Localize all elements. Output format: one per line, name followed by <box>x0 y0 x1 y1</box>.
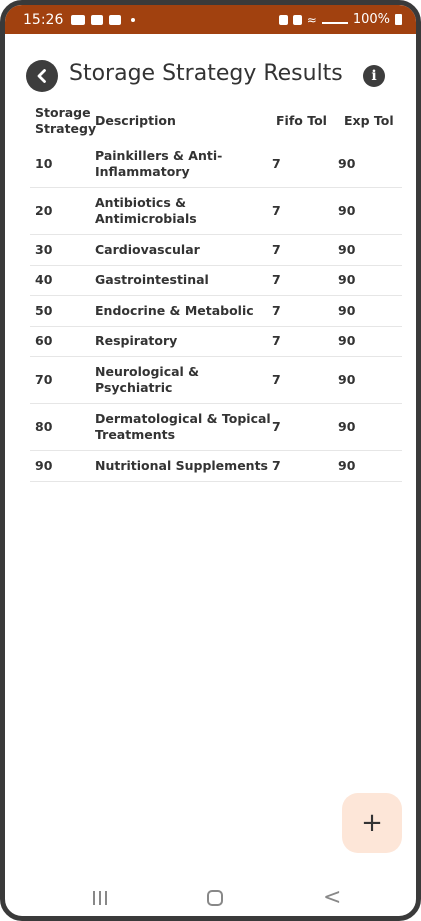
table-row[interactable]: 50 Endocrine & Metabolic 7 90 <box>30 296 402 327</box>
cell-exp-tol: 90 <box>338 333 356 349</box>
gallery-icon <box>91 14 104 25</box>
wifi-icon: ≈ <box>306 12 317 27</box>
column-header-description: Description <box>95 113 176 128</box>
cell-exp-tol: 90 <box>338 457 356 473</box>
dot-icon <box>131 17 136 22</box>
cell-strategy: 50 <box>35 302 53 318</box>
table-row[interactable]: 70 Neurological & Psychiatric 7 90 <box>30 357 402 404</box>
cell-description: Cardiovascular <box>95 241 200 257</box>
cell-exp-tol: 90 <box>338 203 356 218</box>
status-time: 15:26 <box>23 11 64 28</box>
cell-exp-tol: 90 <box>338 241 356 257</box>
back-button[interactable] <box>26 60 58 92</box>
table-row[interactable]: 40 Gastrointestinal 7 90 <box>30 266 402 296</box>
cell-strategy: 10 <box>35 156 53 171</box>
cell-exp-tol: 90 <box>338 302 356 318</box>
cell-strategy: 30 <box>35 241 53 257</box>
recents-icon[interactable] <box>93 891 107 905</box>
cell-fifo-tol: 7 <box>272 372 281 387</box>
table-row[interactable]: 60 Respiratory 7 90 <box>30 327 402 357</box>
cell-strategy: 90 <box>35 457 53 473</box>
battery-icon <box>395 14 402 25</box>
cell-description: Gastrointestinal <box>95 272 209 288</box>
bag-icon <box>109 14 122 25</box>
youtube-icon <box>71 14 86 25</box>
cell-fifo-tol: 7 <box>272 156 281 171</box>
cell-strategy: 70 <box>35 372 53 387</box>
cell-exp-tol: 90 <box>338 272 356 288</box>
table-row[interactable]: 30 Cardiovascular 7 90 <box>30 235 402 266</box>
cell-fifo-tol: 7 <box>272 241 281 257</box>
cell-description: Respiratory <box>95 333 178 349</box>
table-header: Storage Strategy Description Fifo Tol Ex… <box>30 101 402 141</box>
table-row[interactable]: 80 Dermatological & Topical Treatments 7… <box>30 404 402 451</box>
back-icon[interactable]: < <box>323 887 341 909</box>
battery-percent: 100% <box>352 12 390 27</box>
column-header-storage-strategy: Storage Strategy <box>35 105 97 136</box>
column-header-exp-tol: Exp Tol <box>344 113 394 128</box>
app-header: Storage Strategy Results i <box>5 57 416 95</box>
cell-fifo-tol: 7 <box>272 203 281 218</box>
add-button[interactable]: + <box>342 793 402 853</box>
cell-description: Endocrine & Metabolic <box>95 302 254 318</box>
home-icon[interactable] <box>207 890 223 906</box>
cell-fifo-tol: 7 <box>272 302 281 318</box>
phone-frame: 15:26 ≈ 100% Storage Strategy Results i <box>0 0 421 921</box>
cell-exp-tol: 90 <box>338 156 356 171</box>
alarm-icon <box>292 14 302 25</box>
chevron-left-icon <box>37 69 46 83</box>
page-title: Storage Strategy Results <box>69 61 343 86</box>
table-row[interactable]: 90 Nutritional Supplements 7 90 <box>30 451 402 482</box>
cell-strategy: 20 <box>35 203 53 218</box>
table-row[interactable]: 20 Antibiotics & Antimicrobials 7 90 <box>30 188 402 235</box>
cell-strategy: 40 <box>35 272 53 288</box>
status-bar: 15:26 ≈ 100% <box>5 5 416 34</box>
cell-fifo-tol: 7 <box>272 419 281 434</box>
cell-description: Dermatological & Topical Treatments <box>95 411 271 442</box>
column-header-fifo-tol: Fifo Tol <box>276 113 327 128</box>
info-icon: i <box>371 68 377 84</box>
info-button[interactable]: i <box>363 65 385 87</box>
cell-description: Neurological & Psychiatric <box>95 364 200 395</box>
plus-icon: + <box>361 808 383 838</box>
cell-description: Nutritional Supplements <box>95 457 268 473</box>
cell-description: Antibiotics & Antimicrobials <box>95 195 197 226</box>
cell-fifo-tol: 7 <box>272 333 281 349</box>
lock-icon <box>278 14 288 25</box>
results-table: Storage Strategy Description Fifo Tol Ex… <box>30 101 402 482</box>
table-row[interactable]: 10 Painkillers & Anti-Inflammatory 7 90 <box>30 141 402 188</box>
cell-fifo-tol: 7 <box>272 272 281 288</box>
cell-description: Painkillers & Anti-Inflammatory <box>95 148 223 179</box>
cell-fifo-tol: 7 <box>272 457 281 473</box>
cell-strategy: 80 <box>35 419 53 434</box>
system-nav-bar: < <box>5 875 416 916</box>
cell-strategy: 60 <box>35 333 53 349</box>
signal-icon <box>321 15 348 24</box>
cell-exp-tol: 90 <box>338 419 356 434</box>
cell-exp-tol: 90 <box>338 372 356 387</box>
